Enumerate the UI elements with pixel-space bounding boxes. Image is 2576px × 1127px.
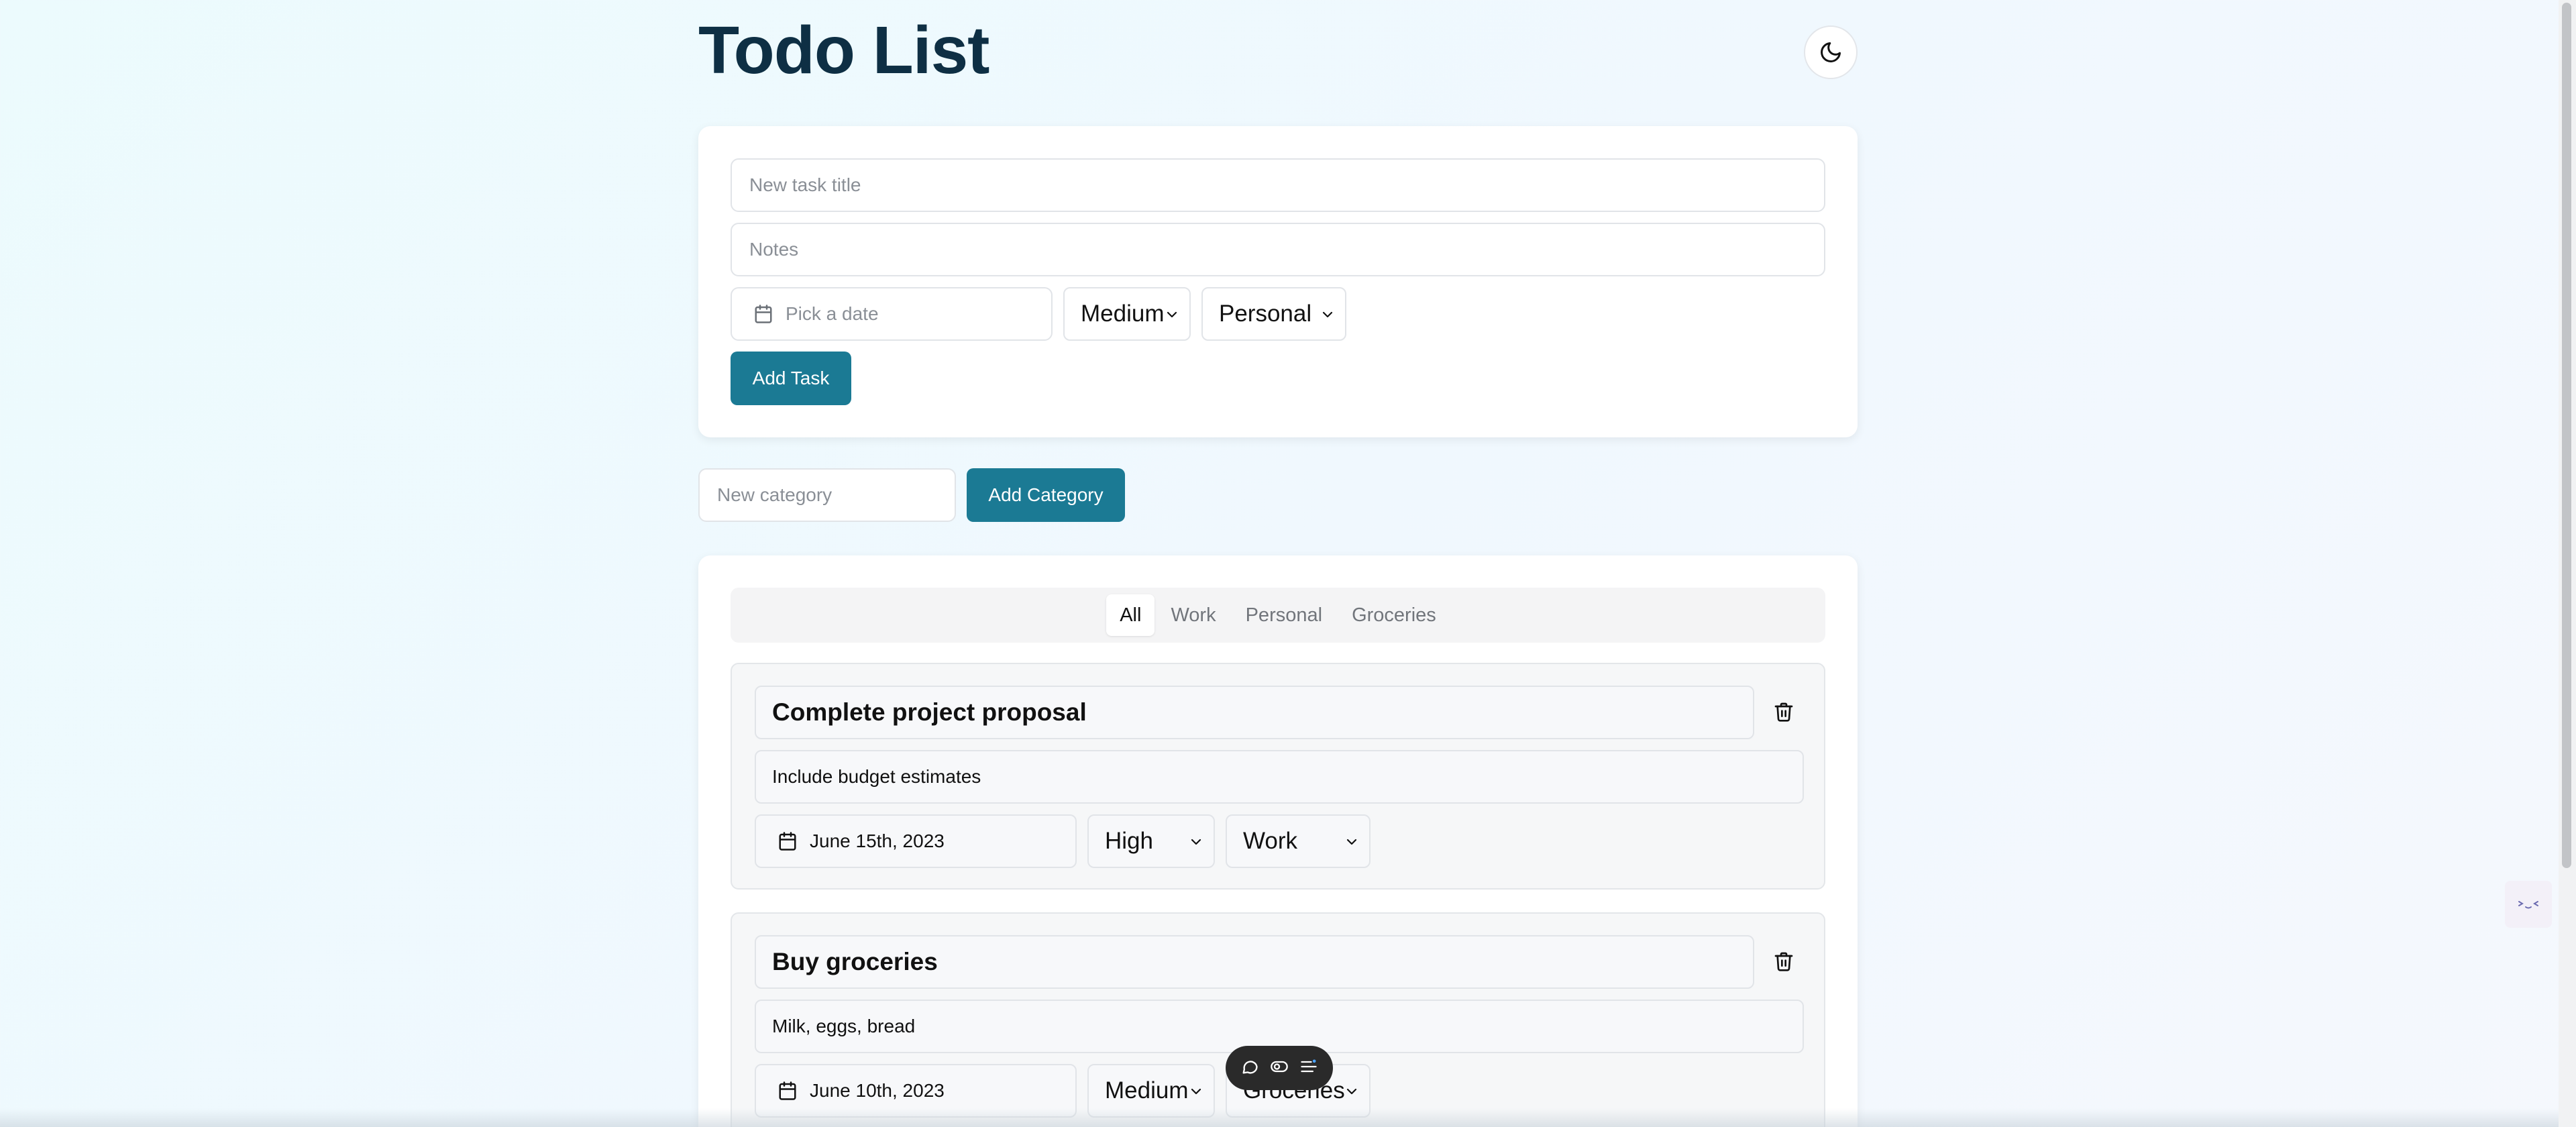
task-notes-field[interactable]: Milk, eggs, bread	[755, 1000, 1804, 1053]
task-item: Complete project proposal Include budget…	[731, 663, 1825, 890]
todo-app: Todo List New task title Notes Pick a da…	[698, 0, 1858, 1127]
toggle-view-button[interactable]	[1270, 1057, 1289, 1079]
chevron-down-icon	[1346, 1088, 1357, 1095]
task-title-placeholder: New task title	[749, 174, 861, 195]
task-title-text: Complete project proposal	[772, 698, 1087, 726]
task-item: Buy groceries Milk, eggs, bread June 10t…	[731, 912, 1825, 1127]
chevron-down-icon	[1191, 839, 1201, 845]
task-notes-input[interactable]: Notes	[731, 223, 1825, 276]
task-title-field[interactable]: Buy groceries	[755, 935, 1754, 989]
page-title: Todo List	[698, 13, 989, 88]
task-title-input[interactable]: New task title	[731, 158, 1825, 212]
floating-toolbar	[1226, 1046, 1333, 1090]
list-settings-icon	[1301, 1059, 1317, 1072]
category-select[interactable]: Personal	[1201, 287, 1346, 341]
add-task-card: New task title Notes Pick a date Medium …	[698, 126, 1858, 437]
category-value: Personal	[1219, 301, 1312, 327]
moon-icon	[1821, 42, 1841, 62]
task-date-button[interactable]: June 15th, 2023	[755, 814, 1077, 868]
task-notes-placeholder: Notes	[749, 239, 799, 260]
chevron-down-icon	[1322, 311, 1333, 318]
toggle-icon	[1271, 1061, 1288, 1072]
task-notes-text: Include budget estimates	[772, 766, 981, 787]
tab-personal[interactable]: Personal	[1232, 594, 1336, 636]
new-category-input[interactable]: New category	[698, 468, 956, 522]
date-placeholder: Pick a date	[786, 303, 879, 324]
new-category-placeholder: New category	[717, 484, 833, 505]
chevron-down-icon	[1167, 311, 1177, 318]
delete-task-button[interactable]	[1773, 701, 1794, 726]
task-notes-text: Milk, eggs, bread	[772, 1016, 916, 1036]
scrollbar-thumb[interactable]	[2562, 3, 2571, 868]
date-picker-button[interactable]: Pick a date	[731, 287, 1053, 341]
assistant-face-icon	[2518, 901, 2538, 909]
task-list-card: All Work Personal Groceries Complete pro…	[698, 555, 1858, 1127]
list-settings-button[interactable]	[1299, 1057, 1318, 1079]
delete-task-button[interactable]	[1773, 951, 1794, 975]
calendar-icon	[779, 832, 796, 851]
task-notes-field[interactable]: Include budget estimates	[755, 750, 1804, 804]
task-title-text: Buy groceries	[772, 948, 938, 975]
trash-icon	[1774, 702, 1793, 722]
calendar-icon	[755, 305, 772, 323]
task-category-select[interactable]: Work	[1226, 814, 1371, 868]
tab-groceries[interactable]: Groceries	[1338, 594, 1450, 636]
calendar-icon	[779, 1081, 796, 1100]
task-title-field[interactable]: Complete project proposal	[755, 686, 1754, 739]
task-priority-value: High	[1105, 828, 1153, 854]
tab-all[interactable]: All	[1106, 594, 1155, 636]
priority-select[interactable]: Medium	[1063, 287, 1191, 341]
side-assistant-widget[interactable]	[2505, 881, 2552, 928]
theme-toggle-button[interactable]	[1804, 25, 1858, 79]
add-task-button[interactable]: Add Task	[731, 352, 851, 405]
task-date-text: June 10th, 2023	[810, 1080, 945, 1101]
chevron-down-icon	[1346, 839, 1357, 845]
task-category-value: Work	[1243, 828, 1298, 854]
comment-button[interactable]	[1240, 1057, 1259, 1079]
task-date-text: June 15th, 2023	[810, 830, 945, 851]
priority-value: Medium	[1081, 301, 1165, 327]
header: Todo List	[698, 0, 1858, 121]
add-category-button[interactable]: Add Category	[967, 468, 1125, 522]
bottom-shade	[0, 1108, 2559, 1127]
chevron-down-icon	[1191, 1088, 1201, 1095]
comment-icon	[1242, 1060, 1258, 1073]
tab-work[interactable]: Work	[1157, 594, 1229, 636]
category-tabs: All Work Personal Groceries	[731, 588, 1825, 643]
task-priority-select[interactable]: High	[1087, 814, 1215, 868]
task-priority-value: Medium	[1105, 1077, 1189, 1104]
trash-icon	[1774, 952, 1793, 971]
